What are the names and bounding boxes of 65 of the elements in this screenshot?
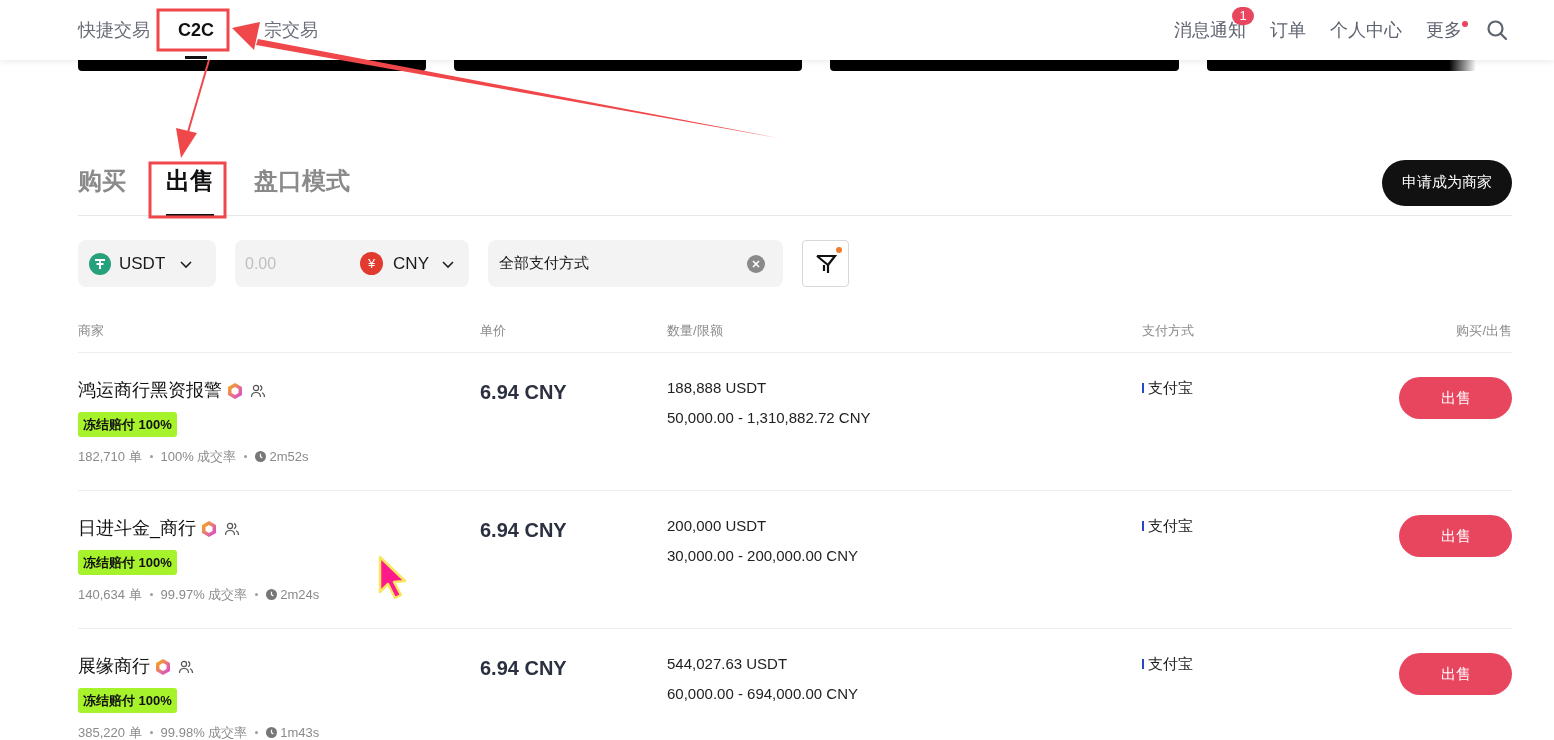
nav-link[interactable]: 个人中心 (1330, 16, 1402, 44)
nav-link[interactable]: 订单 (1270, 16, 1306, 44)
order-limit: 60,000.00 - 694,000.00 CNY (667, 683, 858, 704)
nav-tab[interactable]: C2C (160, 0, 232, 60)
payment-method: 支付宝 (1148, 378, 1193, 398)
hexagon-badge-icon (226, 381, 244, 400)
cursor-icon (378, 555, 407, 600)
guarantee-badge: 冻结赔付 100% (78, 688, 177, 713)
column-header: 支付方式 (1142, 322, 1194, 340)
filter-icon (814, 252, 837, 275)
sell-button[interactable]: 出售 (1399, 515, 1512, 557)
completion-rate: 100% 成交率 (160, 448, 237, 466)
clock-icon (266, 589, 278, 601)
sell-button[interactable]: 出售 (1399, 653, 1512, 695)
completion-rate: 99.97% 成交率 (160, 586, 248, 604)
available-quantity: 200,000 USDT (667, 516, 767, 536)
hexagon-badge-icon (200, 519, 218, 538)
hexagon-badge-icon (154, 657, 172, 676)
release-time: 2m24s (280, 586, 320, 604)
coin-icon (89, 252, 111, 275)
payment-method: 支付宝 (1148, 654, 1193, 674)
unit-price: 6.94 CNY (480, 656, 568, 681)
nav-tab[interactable]: 快捷交易 (78, 0, 150, 60)
search-icon[interactable] (1486, 19, 1508, 41)
active-tab-underline (166, 214, 214, 216)
trade-tab[interactable]: 盘口模式 (254, 160, 350, 215)
coin-select[interactable]: USDT (78, 240, 216, 287)
order-count: 182,710 单 (78, 448, 142, 466)
sell-button[interactable]: 出售 (1399, 377, 1512, 419)
order-limit: 50,000.00 - 1,310,882.72 CNY (667, 407, 871, 428)
users-icon (224, 520, 240, 537)
guarantee-badge: 冻结赔付 100% (78, 412, 177, 437)
release-time: 2m52s (269, 448, 309, 466)
apply-merchant-button[interactable]: 申请成为商家 (1382, 159, 1512, 206)
active-tab-underline (185, 56, 207, 59)
order-limit: 30,000.00 - 200,000.00 CNY (667, 545, 858, 566)
currency-symbol-icon: ¥ (360, 252, 384, 275)
order-count: 385,220 单 (78, 724, 142, 740)
completion-rate: 99.98% 成交率 (160, 724, 248, 740)
available-quantity: 188,888 USDT (667, 378, 767, 398)
payment-method-select[interactable]: 全部支付方式 (488, 240, 783, 287)
unit-price: 6.94 CNY (480, 380, 568, 405)
column-header: 数量/限额 (667, 322, 723, 340)
column-header: 单价 (480, 322, 506, 340)
release-time: 1m43s (280, 724, 320, 740)
fiat-select[interactable]: CNY (393, 250, 429, 277)
nav-tab[interactable]: 宗交易 (264, 0, 318, 60)
nav-link[interactable]: 更多 (1426, 16, 1462, 44)
merchant-name[interactable]: 展缘商行 (78, 653, 150, 680)
trade-tab[interactable]: 出售 (166, 160, 214, 215)
available-quantity: 544,027.63 USDT (667, 654, 788, 674)
clear-icon[interactable] (747, 254, 765, 273)
filter-button[interactable] (802, 240, 849, 287)
trade-tab[interactable]: 购买 (78, 160, 126, 215)
payment-method: 支付宝 (1148, 516, 1193, 536)
merchant-name[interactable]: 日进斗金_商行 (78, 515, 196, 542)
users-icon (178, 658, 194, 675)
merchant-name[interactable]: 鸿运商行黑资报警 (78, 377, 222, 404)
unit-price: 6.94 CNY (480, 518, 568, 543)
order-count: 140,634 单 (78, 586, 142, 604)
column-header: 购买/出售 (1456, 322, 1512, 340)
clock-icon (255, 451, 267, 463)
guarantee-badge: 冻结赔付 100% (78, 550, 177, 575)
column-header: 商家 (78, 322, 104, 340)
users-icon (250, 382, 266, 399)
